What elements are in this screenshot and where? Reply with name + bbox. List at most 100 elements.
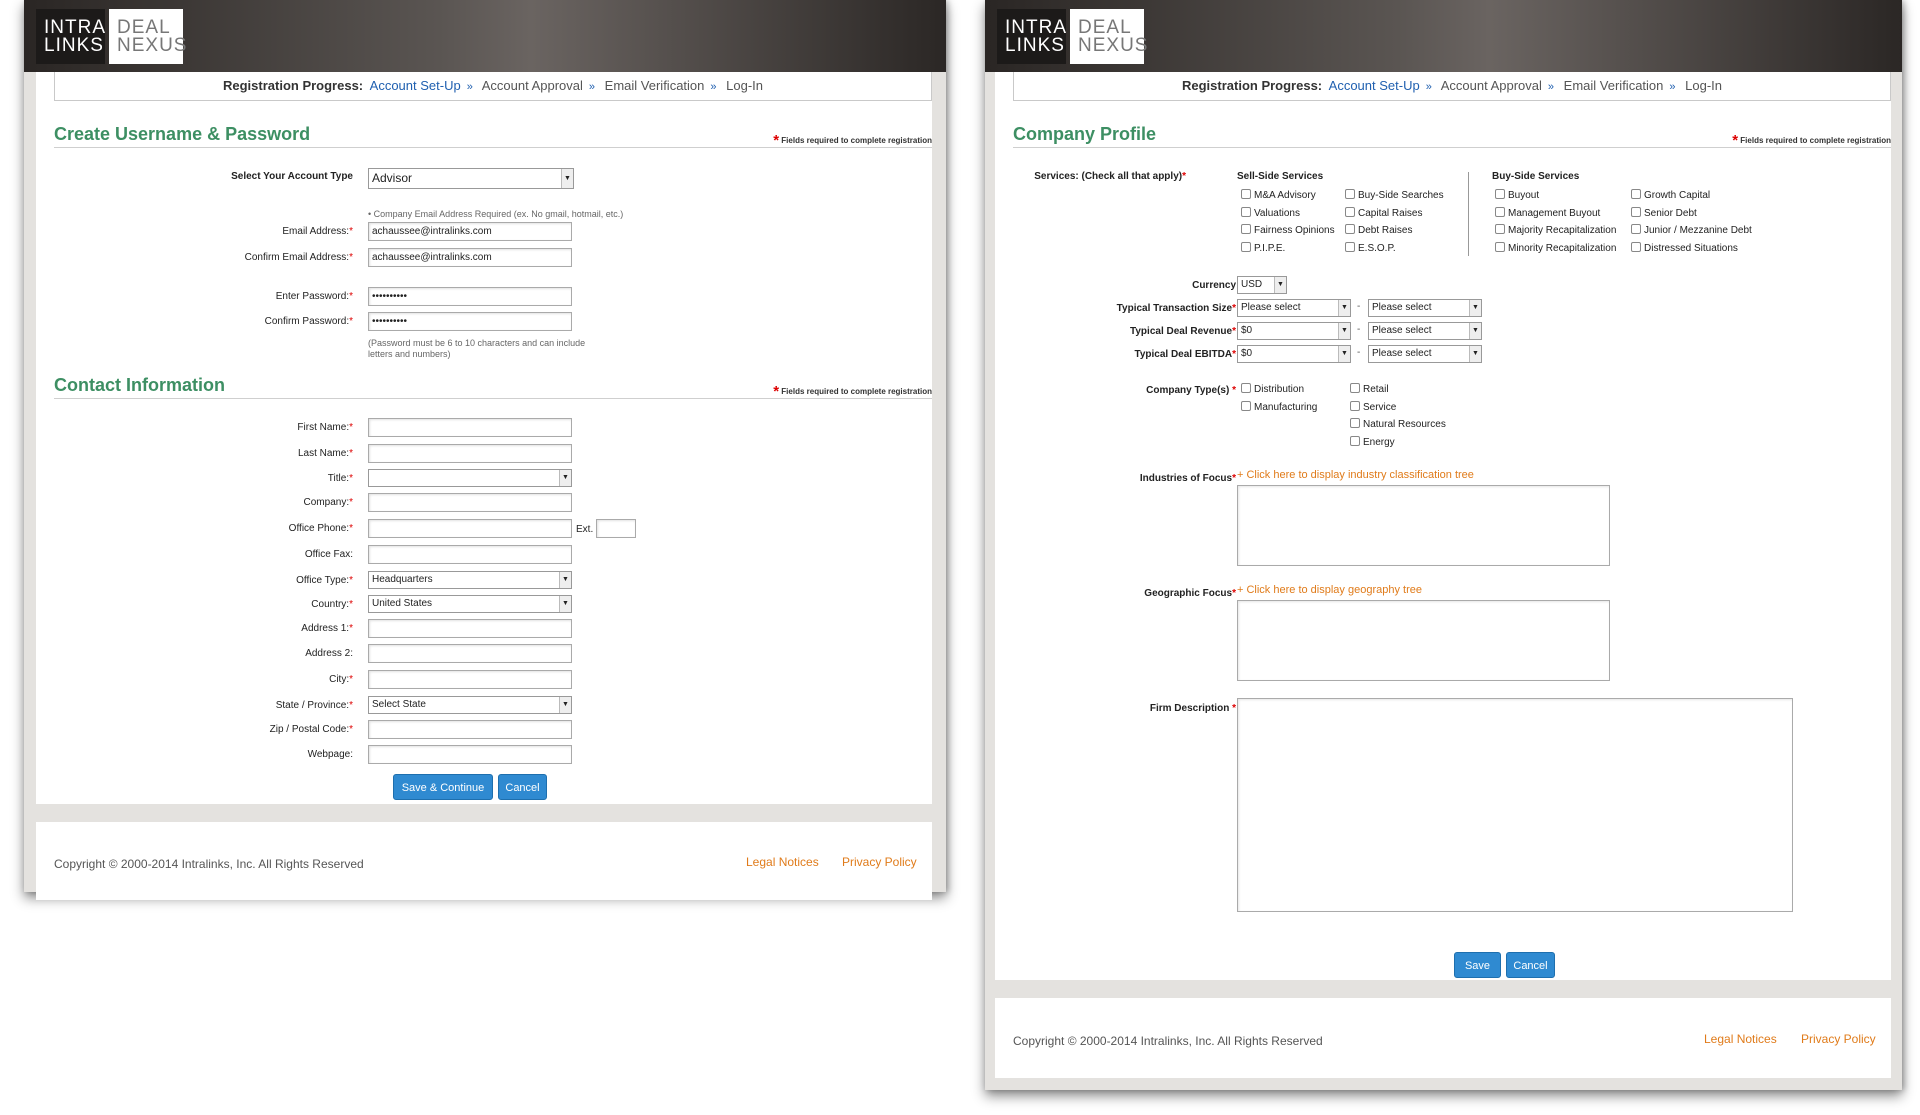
checkbox-valuations[interactable]: Valuations xyxy=(1241,207,1300,220)
right-content-panel: Registration Progress: Account Set-Up» A… xyxy=(995,72,1891,980)
privacy-policy-link-right[interactable]: Privacy Policy xyxy=(1801,1032,1876,1046)
services-label: Services: (Check all that apply)* xyxy=(1034,171,1186,182)
dealnexus-logo: DEAL NEXUS xyxy=(109,9,186,64)
checkbox-buy-side-searches[interactable]: Buy-Side Searches xyxy=(1345,189,1444,202)
checkbox-pipe[interactable]: P.I.P.E. xyxy=(1241,242,1285,255)
geographic-focus-box[interactable] xyxy=(1237,600,1610,681)
currency-label: Currency xyxy=(1192,280,1236,291)
checkbox-esop[interactable]: E.S.O.P. xyxy=(1345,242,1396,255)
deal-ebitda-label: Typical Deal EBITDA* xyxy=(1134,349,1236,360)
left-footer: Copyright © 2000-2014 Intralinks, Inc. A… xyxy=(36,822,932,900)
right-window: INTRA LINKS DEAL NEXUS Registration Progre… xyxy=(985,0,1902,1090)
legal-notices-link-right[interactable]: Legal Notices xyxy=(1704,1032,1777,1046)
account-type-label: Select Your Account Type xyxy=(231,171,353,182)
checkbox-service[interactable]: Service xyxy=(1350,401,1396,414)
checkbox-growth-capital[interactable]: Growth Capital xyxy=(1631,189,1710,202)
confirm-password-input[interactable]: •••••••••• xyxy=(368,312,572,331)
checkbox-natural-resources[interactable]: Natural Resources xyxy=(1350,418,1446,431)
email-label: Email Address:* xyxy=(282,226,353,237)
checkbox-manufacturing[interactable]: Manufacturing xyxy=(1241,401,1317,414)
registration-progress-right: Registration Progress: Account Set-Up» A… xyxy=(1013,72,1891,101)
range-dash: - xyxy=(1357,324,1361,335)
checkbox-fairness-opinions[interactable]: Fairness Opinions xyxy=(1241,224,1335,237)
legal-notices-link[interactable]: Legal Notices xyxy=(746,855,819,869)
intralinks-logo-right: INTRA LINKS xyxy=(997,9,1066,64)
last-name-label: Last Name:* xyxy=(297,448,353,459)
state-select[interactable]: Select State ▼ xyxy=(368,696,572,714)
company-label: Company:* xyxy=(303,497,353,508)
dealnexus-logo-right: DEAL NEXUS xyxy=(1070,9,1147,64)
deal-revenue-from-select[interactable]: $0 ▼ xyxy=(1237,322,1351,340)
save-continue-button[interactable]: Save & Continue xyxy=(393,774,493,800)
address1-input[interactable] xyxy=(368,619,572,638)
checkbox-majority-recap[interactable]: Majority Recapitalization xyxy=(1495,224,1616,237)
deal-revenue-label: Typical Deal Revenue* xyxy=(1130,326,1236,337)
city-input[interactable] xyxy=(368,670,572,689)
office-type-label: Office Type:* xyxy=(296,575,353,586)
country-select[interactable]: United States ▼ xyxy=(368,595,572,613)
address1-label: Address 1:* xyxy=(301,623,353,634)
state-label: State / Province:* xyxy=(275,700,353,711)
zip-label: Zip / Postal Code:* xyxy=(269,724,353,735)
range-dash: - xyxy=(1357,347,1361,358)
zip-input[interactable] xyxy=(368,720,572,739)
checkbox-junior-mezzanine-debt[interactable]: Junior / Mezzanine Debt xyxy=(1631,224,1752,237)
checkbox-energy[interactable]: Energy xyxy=(1350,436,1395,449)
checkbox-capital-raises[interactable]: Capital Raises xyxy=(1345,207,1422,220)
checkbox-distribution[interactable]: Distribution xyxy=(1241,383,1304,396)
required-note-contact: * Fields required to complete registrati… xyxy=(773,383,932,400)
left-content-panel: Registration Progress: Account Set-Up» A… xyxy=(36,72,932,804)
transaction-size-from-select[interactable]: Please select ▼ xyxy=(1237,299,1351,317)
country-label: Country:* xyxy=(311,599,353,610)
deal-revenue-to-select[interactable]: Please select ▼ xyxy=(1368,322,1482,340)
deal-ebitda-from-select[interactable]: $0 ▼ xyxy=(1237,345,1351,363)
password-input[interactable]: •••••••••• xyxy=(368,287,572,306)
privacy-policy-link[interactable]: Privacy Policy xyxy=(842,855,917,869)
checkbox-debt-raises[interactable]: Debt Raises xyxy=(1345,224,1412,237)
geography-tree-link[interactable]: + Click here to display geography tree xyxy=(1237,584,1422,596)
confirm-email-input[interactable]: achaussee@intralinks.com xyxy=(368,248,572,267)
company-input[interactable] xyxy=(368,493,572,512)
currency-select[interactable]: USD ▼ xyxy=(1237,276,1287,294)
progress-label: Registration Progress: xyxy=(222,78,364,93)
checkbox-ma-advisory[interactable]: M&A Advisory xyxy=(1241,189,1316,202)
title-select[interactable]: ▼ xyxy=(368,469,572,487)
deal-ebitda-to-select[interactable]: Please select ▼ xyxy=(1368,345,1482,363)
transaction-size-to-select[interactable]: Please select ▼ xyxy=(1368,299,1482,317)
webpage-input[interactable] xyxy=(368,745,572,764)
firm-description-label: Firm Description * xyxy=(1149,703,1236,714)
progress-step-login: Log-In xyxy=(726,78,764,93)
header-bar-right: INTRA LINKS DEAL NEXUS xyxy=(985,0,1902,72)
checkbox-senior-debt[interactable]: Senior Debt xyxy=(1631,207,1697,220)
range-dash: - xyxy=(1357,301,1361,312)
office-type-select[interactable]: Headquarters ▼ xyxy=(368,571,572,589)
ext-input[interactable] xyxy=(596,519,636,538)
industry-tree-link[interactable]: + Click here to display industry classif… xyxy=(1237,469,1474,481)
registration-progress: Registration Progress: Account Set-Up» A… xyxy=(54,72,932,101)
buy-side-header: Buy-Side Services xyxy=(1492,171,1580,182)
email-input[interactable]: achaussee@intralinks.com xyxy=(368,222,572,241)
account-type-select[interactable]: Advisor ▼ xyxy=(368,168,574,189)
right-footer: Copyright © 2000-2014 Intralinks, Inc. A… xyxy=(995,998,1891,1078)
checkbox-buyout[interactable]: Buyout xyxy=(1495,189,1539,202)
save-button[interactable]: Save xyxy=(1454,952,1501,978)
cancel-button[interactable]: Cancel xyxy=(498,774,547,800)
checkbox-management-buyout[interactable]: Management Buyout xyxy=(1495,207,1600,220)
firm-description-textarea[interactable] xyxy=(1237,698,1793,912)
cancel-button-right[interactable]: Cancel xyxy=(1506,952,1555,978)
progress-step-account-approval: Account Approval xyxy=(481,78,583,93)
checkbox-distressed-situations[interactable]: Distressed Situations xyxy=(1631,242,1738,255)
industries-box[interactable] xyxy=(1237,485,1610,566)
checkbox-retail[interactable]: Retail xyxy=(1350,383,1389,396)
copyright-text-right: Copyright © 2000-2014 Intralinks, Inc. A… xyxy=(1013,1034,1323,1048)
industries-label: Industries of Focus* xyxy=(1139,473,1236,484)
office-fax-input[interactable] xyxy=(368,545,572,564)
confirm-password-label: Confirm Password:* xyxy=(264,316,353,327)
checkbox-minority-recap[interactable]: Minority Recapitalization xyxy=(1495,242,1616,255)
office-phone-input[interactable] xyxy=(368,519,572,538)
last-name-input[interactable] xyxy=(368,444,572,463)
first-name-input[interactable] xyxy=(368,418,572,437)
required-note: * Fields required to complete registrati… xyxy=(773,132,932,149)
address2-input[interactable] xyxy=(368,644,572,663)
services-divider xyxy=(1468,172,1469,256)
